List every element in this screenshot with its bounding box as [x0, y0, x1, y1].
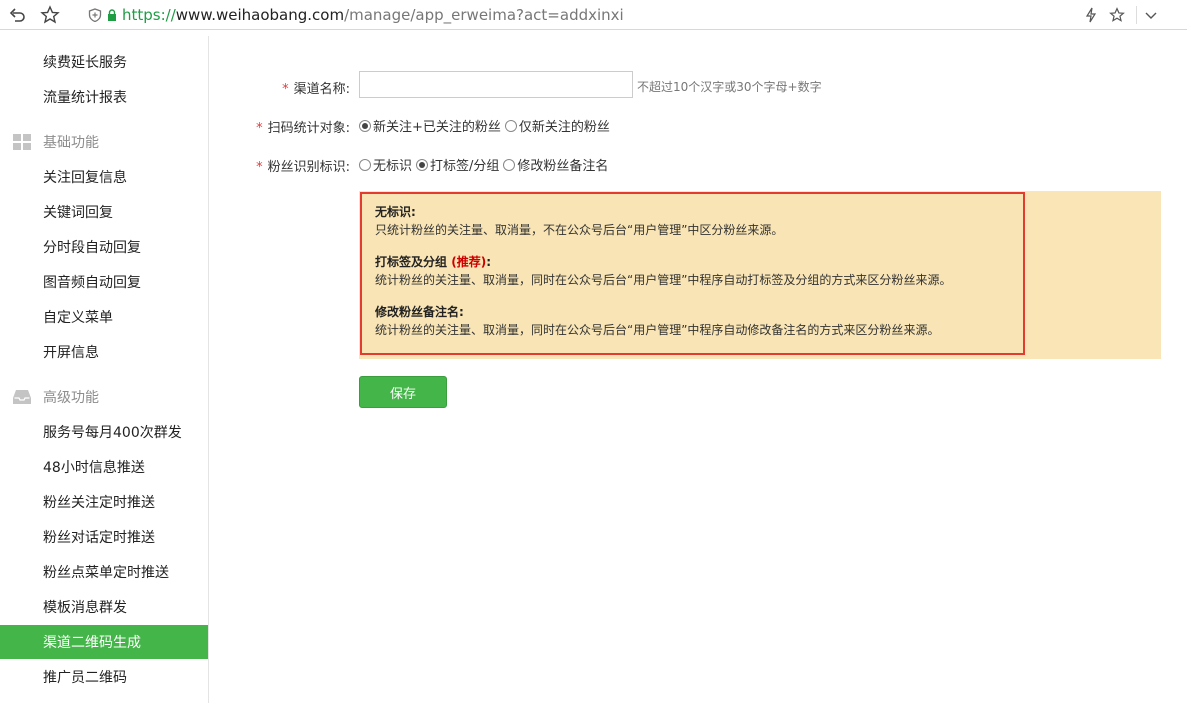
sidebar-item-splash-info[interactable]: 开屏信息 [0, 335, 208, 369]
scan-target-label: * 扫码统计对象: [230, 117, 350, 136]
info-title-tag-text: 打标签及分组 [375, 255, 448, 269]
sidebar-item-label: 关键词回复 [43, 205, 113, 221]
sidebar-item-48h-push[interactable]: 48小时信息推送 [0, 450, 208, 484]
sidebar-item-label: 渠道二维码生成 [43, 635, 141, 651]
sidebar-item-label: 分时段自动回复 [43, 240, 141, 256]
sidebar-item-label: 推广员二维码 [43, 670, 127, 686]
channel-name-label-text: 渠道名称: [293, 82, 350, 97]
sidebar-item-promoter-qrcode[interactable]: 推广员二维码 [0, 660, 208, 694]
toolbar-divider [1136, 6, 1137, 24]
sidebar-item-label: 48小时信息推送 [43, 460, 145, 476]
info-panel: 无标识: 只统计粉丝的关注量、取消量，不在公众号后台“用户管理”中区分粉丝来源。… [360, 192, 1025, 355]
channel-name-label: * 渠道名称: [230, 78, 350, 97]
url-scheme: https:// [122, 6, 176, 24]
sidebar-item-follow-push[interactable]: 粉丝关注定时推送 [0, 485, 208, 519]
radio-unchecked[interactable] [504, 119, 517, 132]
address-bar[interactable]: https://www.weihaobang.com/manage/app_er… [88, 4, 624, 26]
url-path: /manage/app_erweima?act=addxinxi [344, 6, 624, 24]
sidebar-item-custom-menu[interactable]: 自定义菜单 [0, 300, 208, 334]
sidebar-group-label: 高级功能 [43, 390, 99, 406]
sidebar-item-label: 关注回复信息 [43, 170, 127, 186]
sidebar-item-chat-push[interactable]: 粉丝对话定时推送 [0, 520, 208, 554]
sidebar-item-renewal[interactable]: 续费延长服务 [0, 45, 208, 79]
save-button[interactable]: 保存 [359, 376, 447, 408]
radio-unchecked[interactable] [503, 158, 516, 171]
sidebar-item-label: 服务号每月400次群发 [43, 425, 182, 441]
sidebar-item-template-broadcast[interactable]: 模板消息群发 [0, 590, 208, 624]
lightning-icon[interactable] [1080, 4, 1102, 26]
required-mark: * [282, 82, 289, 97]
fan-mark-options: 无标识 打标签/分组 修改粉丝备注名 [359, 155, 612, 174]
radio-checked[interactable] [359, 119, 371, 132]
fan-mark-option-remark[interactable]: 修改粉丝备注名 [503, 155, 608, 174]
sidebar: 续费延长服务 流量统计报表 基础功能 关注回复信息 关键词回复 分时段自动回复 … [0, 36, 209, 703]
info-title-none: 无标识: [375, 205, 416, 219]
lock-icon [108, 9, 116, 21]
sidebar-item-label: 粉丝点菜单定时推送 [43, 565, 169, 581]
sidebar-item-label: 粉丝关注定时推送 [43, 495, 155, 511]
required-mark: * [256, 121, 263, 136]
sidebar-item-label: 开屏信息 [43, 345, 99, 361]
sidebar-item-channel-qrcode[interactable]: 渠道二维码生成 [0, 625, 208, 659]
sidebar-item-menu-push[interactable]: 粉丝点菜单定时推送 [0, 555, 208, 589]
sidebar-item-follow-reply[interactable]: 关注回复信息 [0, 160, 208, 194]
scan-target-options: 新关注+已关注的粉丝 仅新关注的粉丝 [359, 116, 614, 135]
bookmark-star-icon[interactable] [39, 4, 61, 26]
inbox-icon [13, 390, 31, 404]
radio-label: 打标签/分组 [430, 159, 500, 174]
sidebar-item-label: 自定义菜单 [43, 310, 113, 326]
sidebar-item-keyword-reply[interactable]: 关键词回复 [0, 195, 208, 229]
sidebar-item-label: 图音频自动回复 [43, 275, 141, 291]
radio-label: 仅新关注的粉丝 [518, 120, 610, 135]
info-title-tag-suffix: : [486, 255, 491, 269]
sidebar-item-label: 模板消息群发 [43, 600, 127, 616]
sidebar-item-label: 流量统计报表 [43, 90, 127, 106]
channel-name-input[interactable] [359, 71, 633, 98]
fan-mark-label: * 粉丝识别标识: [230, 156, 350, 175]
radio-label: 无标识 [373, 159, 413, 174]
info-desc-none: 只统计粉丝的关注量、取消量，不在公众号后台“用户管理”中区分粉丝来源。 [375, 223, 784, 237]
scan-target-option-new[interactable]: 仅新关注的粉丝 [504, 116, 610, 135]
sidebar-group-advanced: 高级功能 [0, 380, 208, 414]
sidebar-item-traffic-report[interactable]: 流量统计报表 [0, 80, 208, 114]
radio-unchecked[interactable] [359, 158, 371, 171]
radio-label: 新关注+已关注的粉丝 [373, 120, 501, 135]
required-mark: * [256, 160, 263, 175]
sidebar-item-label: 粉丝对话定时推送 [43, 530, 155, 546]
sidebar-item-label: 续费延长服务 [43, 55, 127, 71]
fan-mark-option-none[interactable]: 无标识 [359, 155, 412, 174]
sidebar-item-timed-reply[interactable]: 分时段自动回复 [0, 230, 208, 264]
shield-icon [88, 8, 102, 22]
back-icon[interactable] [6, 4, 28, 26]
chevron-down-icon[interactable] [1140, 4, 1162, 26]
info-desc-tag: 统计粉丝的关注量、取消量，同时在公众号后台“用户管理”中程序自动打标签及分组的方… [375, 273, 952, 287]
favorite-star-icon[interactable] [1106, 4, 1128, 26]
info-desc-remark: 统计粉丝的关注量、取消量，同时在公众号后台“用户管理”中程序自动修改备注名的方式… [375, 323, 940, 337]
info-title-tag: 打标签及分组 (推荐): [375, 253, 1010, 271]
sidebar-item-media-reply[interactable]: 图音频自动回复 [0, 265, 208, 299]
info-title-remark: 修改粉丝备注名: [375, 305, 464, 319]
scan-target-label-text: 扫码统计对象: [267, 121, 350, 136]
scan-target-option-all[interactable]: 新关注+已关注的粉丝 [359, 116, 501, 135]
browser-toolbar: https://www.weihaobang.com/manage/app_er… [0, 0, 1187, 30]
sidebar-group-basic: 基础功能 [0, 125, 208, 159]
sidebar-item-monthly-broadcast[interactable]: 服务号每月400次群发 [0, 415, 208, 449]
recommend-badge: (推荐) [451, 255, 487, 269]
grid-icon [13, 134, 31, 150]
channel-name-hint: 不超过10个汉字或30个字母+数字 [637, 80, 822, 94]
sidebar-group-label: 基础功能 [43, 135, 99, 151]
url-host: www.weihaobang.com [175, 6, 345, 24]
fan-mark-label-text: 粉丝识别标识: [267, 160, 350, 175]
radio-label: 修改粉丝备注名 [517, 159, 609, 174]
fan-mark-option-tag[interactable]: 打标签/分组 [416, 155, 499, 174]
radio-checked[interactable] [416, 158, 429, 171]
